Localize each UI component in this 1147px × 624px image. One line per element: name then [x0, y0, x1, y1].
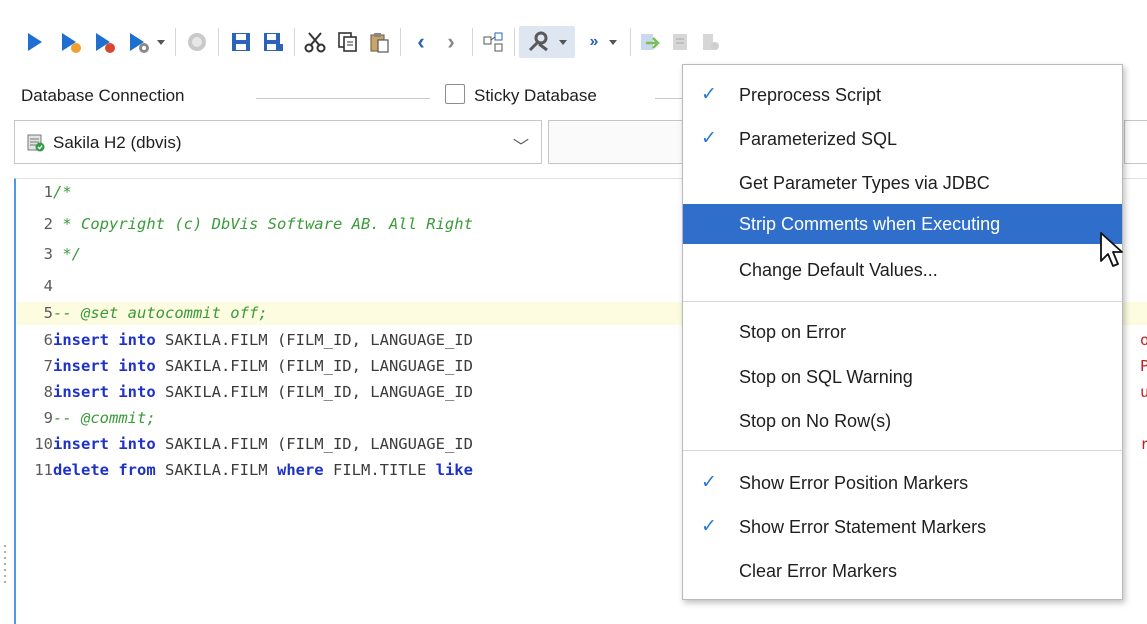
rollback-icon[interactable]: [668, 26, 694, 58]
menu-item-parameterized-sql[interactable]: ✓ Parameterized SQL: [683, 119, 1122, 159]
selected-connection: Sakila H2 (dbvis): [53, 133, 182, 152]
execute-explain-icon[interactable]: [126, 26, 152, 58]
sticky-database-label: Sticky Database: [474, 86, 597, 105]
sql-commander-options-menu: ✓ Preprocess Script ✓ Parameterized SQL …: [682, 64, 1123, 600]
query-builder-icon[interactable]: [480, 26, 506, 58]
sticky-database-checkbox[interactable]: [445, 84, 465, 104]
menu-item-stop-on-error[interactable]: Stop on Error: [683, 312, 1122, 352]
paste-icon[interactable]: [366, 26, 392, 58]
stop-icon[interactable]: [184, 26, 210, 58]
check-icon: ✓: [701, 84, 717, 105]
forward-icon[interactable]: ›: [438, 26, 464, 58]
execute-current-icon[interactable]: [58, 26, 84, 58]
execute-buffer-icon[interactable]: [92, 26, 118, 58]
menu-item-show-error-statement-markers[interactable]: ✓ Show Error Statement Markers: [683, 507, 1122, 547]
cut-icon[interactable]: [302, 26, 328, 58]
execute-dropdown-icon[interactable]: [154, 26, 168, 58]
main-toolbar: ‹ › »: [20, 26, 1020, 58]
menu-item-strip-comments[interactable]: Strip Comments when Executing: [683, 204, 1122, 244]
menu-item-change-default-values[interactable]: Change Default Values...: [683, 250, 1122, 290]
transaction-icon[interactable]: [698, 26, 724, 58]
check-icon: ✓: [701, 472, 717, 493]
catalog-select[interactable]: [548, 120, 688, 164]
auto-commit-icon[interactable]: »: [582, 26, 606, 58]
check-icon: ✓: [701, 128, 717, 149]
code-fragment: P: [1140, 357, 1147, 375]
execute-icon[interactable]: [22, 26, 48, 58]
mouse-cursor-icon: [1100, 232, 1123, 267]
menu-separator: [683, 301, 1122, 302]
copy-icon[interactable]: [334, 26, 360, 58]
splitter-grip[interactable]: [4, 545, 7, 591]
code-fragment: ua: [1140, 383, 1147, 401]
code-fragment: re: [1140, 435, 1147, 453]
database-connection-select[interactable]: Sakila H2 (dbvis) ﹀: [14, 120, 542, 164]
menu-item-get-parameter-types[interactable]: Get Parameter Types via JDBC: [683, 163, 1122, 203]
save-icon[interactable]: [228, 26, 254, 58]
check-icon: ✓: [701, 516, 717, 537]
menu-separator: [683, 450, 1122, 451]
back-icon[interactable]: ‹: [408, 26, 434, 58]
menu-item-show-error-position-markers[interactable]: ✓ Show Error Position Markers: [683, 463, 1122, 503]
database-connection-label: Database Connection: [21, 86, 185, 105]
menu-item-stop-on-sql-warning[interactable]: Stop on SQL Warning: [683, 357, 1122, 397]
chevron-down-icon: ﹀: [512, 139, 529, 156]
menu-item-stop-on-no-rows[interactable]: Stop on No Row(s): [683, 401, 1122, 441]
schema-select[interactable]: [1124, 120, 1147, 164]
commit-icon[interactable]: [636, 26, 662, 58]
divider: [655, 98, 685, 99]
menu-item-preprocess-script[interactable]: ✓ Preprocess Script: [683, 75, 1122, 115]
divider: [256, 98, 430, 99]
sql-commander-options-icon[interactable]: [519, 26, 575, 58]
auto-commit-dropdown-icon[interactable]: [606, 26, 620, 58]
database-connection-icon: [27, 134, 45, 152]
save-as-icon[interactable]: [260, 26, 286, 58]
code-fragment: on: [1140, 331, 1147, 349]
menu-item-clear-error-markers[interactable]: Clear Error Markers: [683, 551, 1122, 591]
